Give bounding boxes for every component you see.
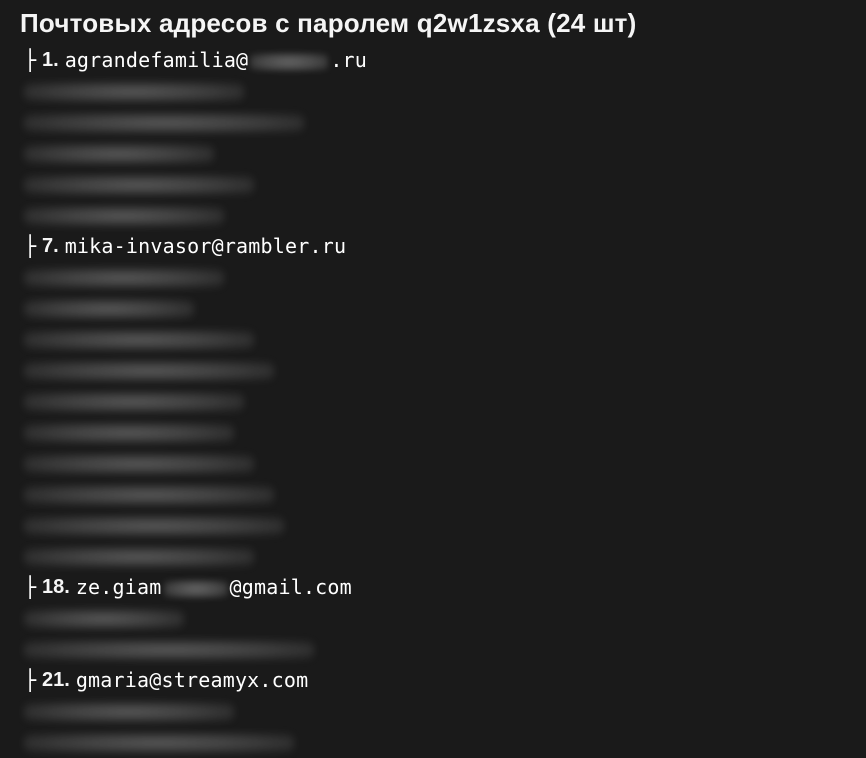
redacted-segment [24, 361, 274, 381]
results-panel: Почтовых адресов с паролем q2w1zsxa (24 … [0, 0, 866, 758]
row-number: 21. [42, 665, 70, 696]
email-prefix: ze.giam [76, 575, 162, 599]
redacted-row [24, 448, 846, 479]
email-row: ├18.ze.giam @gmail.com [20, 572, 846, 603]
redacted-segment [24, 609, 184, 629]
redacted-row [24, 727, 846, 758]
redacted-row [24, 634, 846, 665]
redacted-row [24, 603, 846, 634]
redacted-row [24, 510, 846, 541]
tree-branch-icon: ├ [24, 231, 36, 262]
tree-branch-icon: ├ [24, 665, 36, 696]
redacted-row [24, 107, 846, 138]
redacted-segment [24, 733, 294, 753]
redacted-segment [24, 640, 314, 660]
redacted-segment [24, 82, 244, 102]
redacted-row [24, 262, 846, 293]
redacted-row [24, 355, 846, 386]
redacted-segment [24, 547, 254, 567]
redacted-segment [250, 53, 328, 71]
email-row: ├1.agrandefamilia@ .ru [20, 45, 846, 76]
redacted-row [24, 293, 846, 324]
redacted-row [24, 696, 846, 727]
redacted-segment [24, 299, 194, 319]
email-prefix: agrandefamilia@ [65, 48, 249, 72]
email-address: ze.giam @gmail.com [76, 572, 352, 603]
redacted-segment [24, 330, 254, 350]
email-address: mika-invasor@rambler.ru [65, 231, 347, 262]
redacted-segment [24, 485, 274, 505]
redacted-row [24, 541, 846, 572]
tree-branch-icon: ├ [24, 45, 36, 76]
redacted-segment [24, 392, 244, 412]
redacted-segment [164, 580, 228, 598]
email-prefix: gmaria@streamyx.com [76, 668, 309, 692]
redacted-segment [24, 175, 254, 195]
email-address: agrandefamilia@ .ru [65, 45, 367, 76]
email-suffix: .ru [330, 48, 367, 72]
redacted-segment [24, 423, 234, 443]
redacted-segment [24, 144, 214, 164]
redacted-segment [24, 454, 254, 474]
redacted-row [24, 138, 846, 169]
email-address: gmaria@streamyx.com [76, 665, 309, 696]
redacted-segment [24, 206, 224, 226]
row-number: 7. [42, 231, 59, 262]
redacted-row [24, 76, 846, 107]
row-number: 1. [42, 45, 59, 76]
redacted-row [24, 200, 846, 231]
email-suffix: @gmail.com [230, 575, 352, 599]
redacted-row [24, 324, 846, 355]
email-prefix: mika-invasor@rambler.ru [65, 234, 347, 258]
redacted-segment [24, 516, 284, 536]
email-row: ├21.gmaria@streamyx.com [20, 665, 846, 696]
row-number: 18. [42, 572, 70, 603]
tree-branch-icon: ├ [24, 572, 36, 603]
redacted-segment [24, 268, 224, 288]
page-title: Почтовых адресов с паролем q2w1zsxa (24 … [20, 8, 846, 39]
redacted-segment [24, 702, 234, 722]
email-list: ├1.agrandefamilia@.ru├7.mika-invasor@ram… [20, 45, 846, 758]
redacted-row [24, 479, 846, 510]
redacted-row [24, 386, 846, 417]
redacted-segment [24, 113, 304, 133]
redacted-row [24, 169, 846, 200]
email-row: ├7.mika-invasor@rambler.ru [20, 231, 846, 262]
redacted-row [24, 417, 846, 448]
